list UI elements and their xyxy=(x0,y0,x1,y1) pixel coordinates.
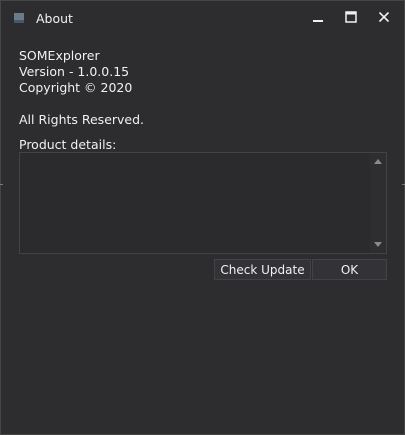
app-name: SOMExplorer xyxy=(19,48,100,63)
scroll-up-arrow-icon[interactable] xyxy=(374,159,382,164)
window-title: About xyxy=(36,11,73,26)
close-button[interactable] xyxy=(367,1,401,33)
background-edge-mark-left xyxy=(0,184,3,185)
maximize-icon xyxy=(345,11,357,23)
rights-text: All Rights Reserved. xyxy=(19,112,145,127)
about-window: About SOMExplorer Version - 1.0.0.15 Cop… xyxy=(0,0,405,435)
minimize-button[interactable] xyxy=(301,1,335,33)
close-icon xyxy=(378,11,390,23)
details-scrollbar[interactable] xyxy=(370,153,386,253)
app-icon xyxy=(14,13,24,23)
check-update-button[interactable]: Check Update xyxy=(214,259,311,280)
minimize-icon xyxy=(313,20,323,22)
copyright-text: Copyright © 2020 xyxy=(19,80,133,95)
scroll-down-arrow-icon[interactable] xyxy=(374,242,382,247)
maximize-button[interactable] xyxy=(334,1,368,33)
product-details-label: Product details: xyxy=(19,137,117,152)
ok-button[interactable]: OK xyxy=(312,259,387,280)
version-text: Version - 1.0.0.15 xyxy=(19,64,130,79)
product-details-textbox[interactable] xyxy=(19,152,387,254)
title-bar[interactable]: About xyxy=(1,1,404,35)
